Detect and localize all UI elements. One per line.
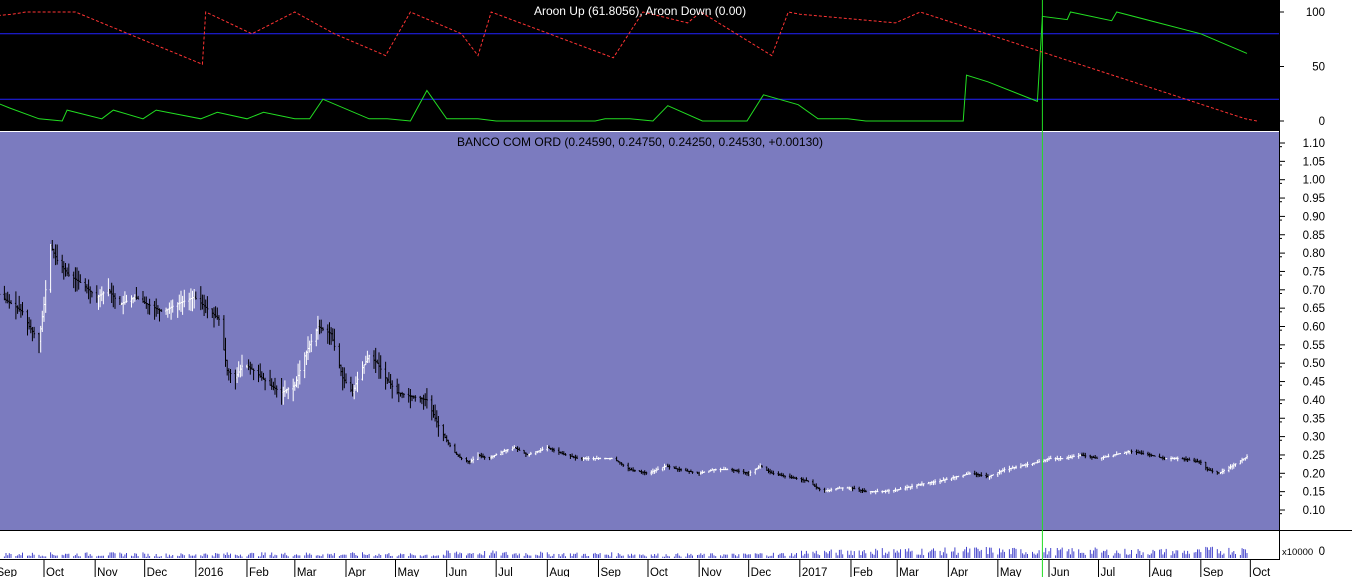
x-tick-label: Jun <box>449 567 468 577</box>
price-y-tick-label: 1.00 <box>1303 175 1325 187</box>
price-y-tick-label: 0.20 <box>1303 468 1325 480</box>
x-tick-label: Mar <box>899 567 919 577</box>
x-tick-label: Sep <box>1203 567 1223 577</box>
price-bar <box>1165 458 1168 460</box>
price-y-tick-label: 0.75 <box>1303 266 1325 278</box>
x-tick-label: Apr <box>950 567 968 577</box>
aroon-y-tick-label: 0 <box>1319 116 1325 128</box>
price-y-tick-label: 0.10 <box>1303 505 1325 517</box>
aroon-y-tick-label: 50 <box>1312 62 1325 74</box>
x-tick-label: Oct <box>650 567 669 577</box>
x-tick-label: Jun <box>1051 567 1070 577</box>
aroon-title: Aroon Up (61.8056), Aroon Down (0.00) <box>534 4 746 18</box>
x-tick-label: Feb <box>249 567 269 577</box>
price-y-tick-label: 1.05 <box>1303 156 1325 168</box>
x-tick-label: Oct <box>1252 567 1271 577</box>
price-y-tick-label: 0.45 <box>1303 377 1325 389</box>
y-axis-ticks-group: 100 50 0 1.10 1.05 1.00 0.95 0.90 0.85 0.80 0.75 0.… <box>1279 7 1325 558</box>
x-tick-label: Jul <box>498 567 513 577</box>
price-y-tick-label: 0.60 <box>1303 322 1325 334</box>
price-y-tick-label: 0.95 <box>1303 193 1325 205</box>
stock-chart: 100 50 0 1.10 1.05 1.00 0.95 0.90 0.85 0.80 0.75 0.… <box>0 0 1352 577</box>
price-y-tick-label: 0.25 <box>1303 450 1325 462</box>
price-y-tick-label: 0.80 <box>1303 248 1325 260</box>
x-tick-label: Oct <box>46 567 65 577</box>
x-tick-label: Mar <box>297 567 317 577</box>
x-tick-label: Dec <box>147 567 168 577</box>
x-tick-label: Aug <box>1152 567 1172 577</box>
x-tick-label: Nov <box>701 567 722 577</box>
x-axis-ticks-group: Sep Oct Nov Dec 2016 Feb Mar Apr May Jun Jul Aug Sep… <box>0 559 1271 577</box>
price-y-tick-label: 1.10 <box>1303 138 1325 150</box>
volume-unit-label: x10000 <box>1282 547 1313 558</box>
x-tick-label: Feb <box>853 567 873 577</box>
price-y-tick-label: 0.55 <box>1303 340 1325 352</box>
price-y-tick-label: 0.50 <box>1303 358 1325 370</box>
aroon-panel <box>0 0 1279 131</box>
price-y-tick-label: 0.30 <box>1303 432 1325 444</box>
x-tick-label: Jul <box>1101 567 1116 577</box>
x-tick-label: Sep <box>0 567 17 577</box>
price-y-tick-label: 0.70 <box>1303 285 1325 297</box>
x-tick-label: Aug <box>549 567 569 577</box>
aroon-y-tick-label: 100 <box>1306 7 1325 19</box>
price-y-tick-label: 0.85 <box>1303 230 1325 242</box>
price-y-tick-label: 0.35 <box>1303 413 1325 425</box>
volume-y-tick-label: 0 <box>1319 546 1325 558</box>
price-y-tick-label: 0.15 <box>1303 487 1325 499</box>
price-title: BANCO COM ORD (0.24590, 0.24750, 0.24250… <box>457 135 823 149</box>
price-y-tick-label: 0.90 <box>1303 211 1325 223</box>
x-tick-label: May <box>398 567 420 577</box>
x-tick-label: 2017 <box>802 567 828 577</box>
x-tick-label: Dec <box>751 567 772 577</box>
x-tick-label: Apr <box>348 567 366 577</box>
price-y-tick-label: 0.65 <box>1303 303 1325 315</box>
x-tick-label: Nov <box>97 567 118 577</box>
price-y-tick-label: 0.40 <box>1303 395 1325 407</box>
x-tick-label: Sep <box>600 567 620 577</box>
x-tick-label: 2016 <box>198 567 224 577</box>
x-tick-label: May <box>1000 567 1022 577</box>
